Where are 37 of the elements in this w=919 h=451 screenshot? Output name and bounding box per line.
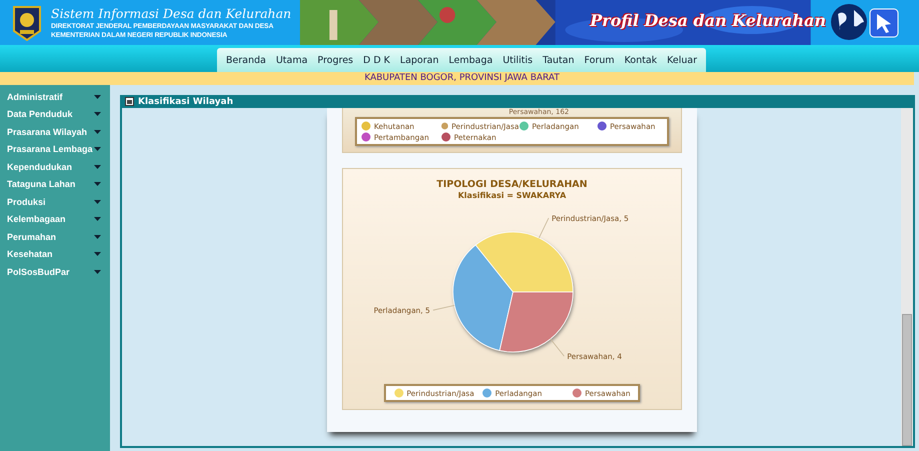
leader-line (538, 218, 549, 238)
caret-icon (94, 147, 101, 152)
nav-link[interactable]: Progres (312, 54, 358, 66)
nav-link[interactable]: Laporan (395, 54, 444, 66)
globe-icon (828, 2, 870, 42)
caret-icon (94, 130, 101, 134)
nav-link[interactable]: Keluar (662, 54, 702, 66)
region-name: KABUPATEN BOGOR, PROVINSI JAWA BARAT (364, 72, 560, 85)
nav-link[interactable]: Forum (579, 54, 620, 66)
emblem-icon (12, 4, 42, 40)
nav-link[interactable]: Beranda (220, 54, 271, 66)
chart-subtitle: Klasifikasi = SWAKARYA (458, 190, 566, 201)
chart-title: TIPOLOGI DESA/KELURAHAN (436, 179, 588, 190)
leader-line (550, 338, 564, 356)
leader-line (432, 305, 455, 311)
nav-link[interactable]: Kontak (619, 54, 662, 66)
caret-icon (94, 270, 101, 274)
scrollbar-track[interactable] (901, 108, 913, 446)
banner-title: Profil Desa dan Kelurahan (590, 11, 826, 30)
caret-icon (94, 200, 101, 204)
caret-icon (94, 164, 101, 169)
nav-link[interactable]: D D K (358, 54, 396, 66)
caret-icon (94, 94, 101, 99)
nav-link[interactable]: Utilitis (498, 54, 538, 66)
nav-link[interactable]: Tautan (538, 54, 580, 66)
caret-icon (94, 234, 101, 239)
caret-icon (94, 182, 101, 186)
nav-link[interactable]: Lembaga (444, 54, 498, 66)
cursor-icon (869, 8, 899, 38)
window-icon (125, 97, 134, 106)
site-title: Sistem Informasi Desa dan Kelurahan (51, 6, 292, 22)
caret-icon (94, 252, 101, 256)
panel-title: Klasifikasi Wilayah (138, 96, 234, 106)
nav-link[interactable]: Utama (270, 54, 313, 66)
caret-icon (94, 112, 101, 116)
caret-icon (94, 217, 101, 222)
scrollbar-thumb[interactable] (902, 314, 912, 446)
